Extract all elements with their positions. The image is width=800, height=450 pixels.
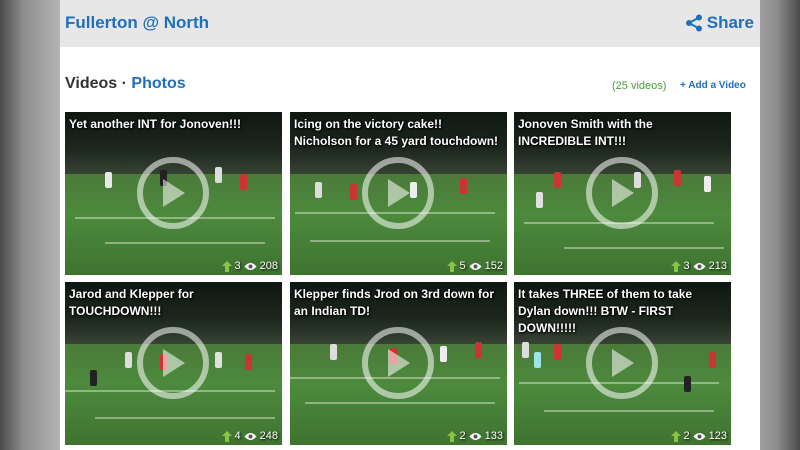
section-heading: Videos · Photos (65, 75, 186, 93)
eye-icon (469, 262, 482, 271)
upvote-count: 3 (683, 260, 690, 272)
video-tile[interactable]: Icing on the victory cake!! Nicholson fo… (290, 112, 507, 275)
share-button[interactable]: Share (685, 12, 754, 34)
upvote-count: 2 (459, 430, 466, 442)
upvote-count: 3 (234, 260, 241, 272)
eye-icon (244, 262, 257, 271)
video-caption: Klepper finds Jrod on 3rd down for an In… (294, 287, 495, 318)
page: Fullerton @ North Share Videos · Photos … (60, 0, 760, 450)
play-icon[interactable] (362, 327, 434, 399)
view-count: 123 (708, 430, 727, 442)
eye-icon (693, 432, 706, 441)
view-count: 248 (259, 430, 278, 442)
view-count: 133 (484, 430, 503, 442)
upvote-count: 5 (459, 260, 466, 272)
video-stats: 3 208 (221, 260, 278, 272)
arrow-up-icon (670, 430, 681, 442)
video-tile[interactable]: Jarod and Klepper for TOUCHDOWN!!! 4 248 (65, 282, 282, 445)
play-icon[interactable] (137, 157, 209, 229)
view-count: 152 (484, 260, 503, 272)
share-icon (685, 14, 703, 32)
view-count: 208 (259, 260, 278, 272)
video-caption: Yet another INT for Jonoven!!! (69, 117, 242, 131)
video-stats: 4 248 (221, 430, 278, 442)
video-stats: 2 133 (446, 430, 503, 442)
video-stats: 2 123 (670, 430, 727, 442)
upvote-count: 4 (234, 430, 241, 442)
arrow-up-icon (670, 260, 681, 272)
add-video-link[interactable]: + Add a Video (680, 80, 746, 91)
eye-icon (693, 262, 706, 271)
play-icon[interactable] (586, 157, 658, 229)
eye-icon (469, 432, 482, 441)
arrow-up-icon (446, 260, 457, 272)
video-tile[interactable]: Yet another INT for Jonoven!!! 3 208 (65, 112, 282, 275)
video-caption: Icing on the victory cake!! Nicholson fo… (294, 117, 499, 148)
header-bar: Fullerton @ North Share (60, 0, 760, 47)
video-tile[interactable]: It takes THREE of them to take Dylan dow… (514, 282, 731, 445)
arrow-up-icon (221, 430, 232, 442)
play-icon[interactable] (362, 157, 434, 229)
eye-icon (244, 432, 257, 441)
play-icon[interactable] (137, 327, 209, 399)
video-stats: 5 152 (446, 260, 503, 272)
video-tile[interactable]: Klepper finds Jrod on 3rd down for an In… (290, 282, 507, 445)
tab-separator: · (121, 75, 127, 92)
video-caption: Jarod and Klepper for TOUCHDOWN!!! (69, 287, 194, 318)
upvote-count: 2 (683, 430, 690, 442)
video-tile[interactable]: Jonoven Smith with the INCREDIBLE INT!!!… (514, 112, 731, 275)
video-caption: Jonoven Smith with the INCREDIBLE INT!!! (518, 117, 653, 148)
arrow-up-icon (446, 430, 457, 442)
video-stats: 3 213 (670, 260, 727, 272)
play-icon[interactable] (586, 327, 658, 399)
video-count: (25 videos) (612, 80, 667, 92)
photos-tab[interactable]: Photos (131, 75, 185, 92)
video-grid: Yet another INT for Jonoven!!! 3 208 Icing … (65, 112, 735, 446)
videos-tab: Videos (65, 75, 118, 92)
page-title[interactable]: Fullerton @ North (65, 13, 209, 33)
arrow-up-icon (221, 260, 232, 272)
share-label: Share (706, 13, 754, 32)
view-count: 213 (708, 260, 727, 272)
